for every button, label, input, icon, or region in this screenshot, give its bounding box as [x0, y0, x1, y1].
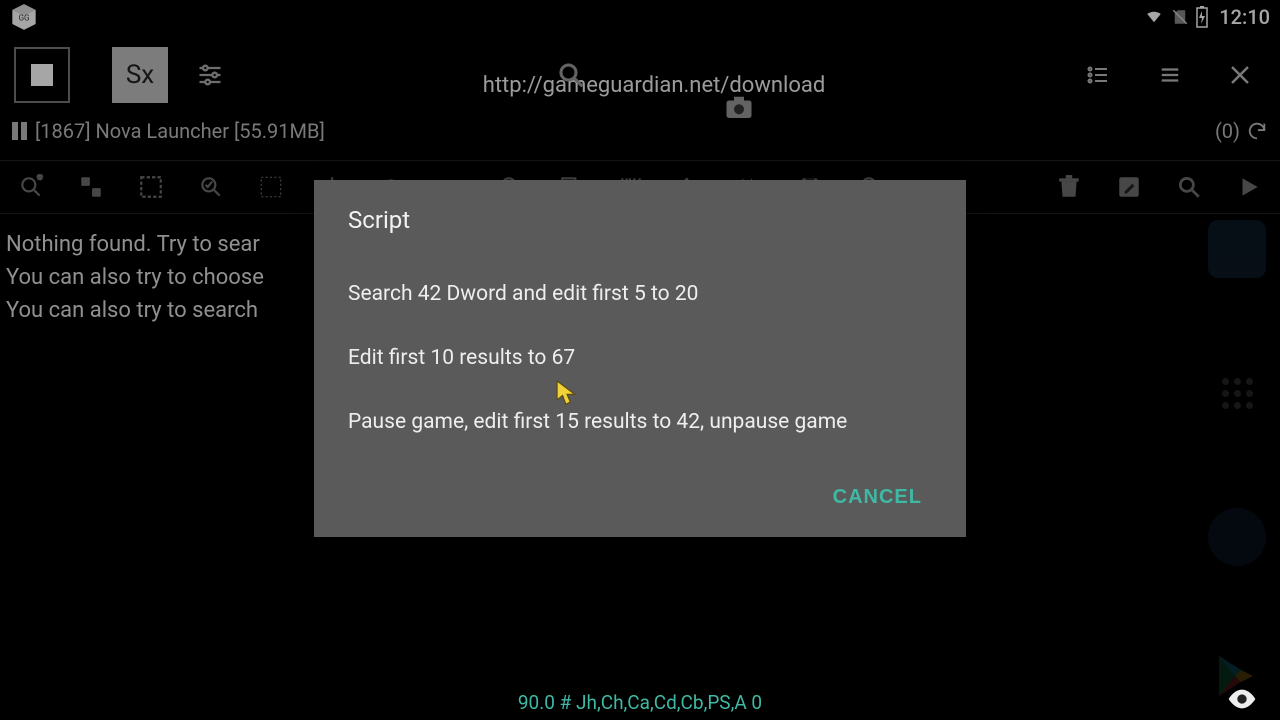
script-option[interactable]: Search 42 Dword and edit first 5 to 20 — [348, 262, 932, 326]
script-option[interactable]: Edit first 10 results to 67 — [348, 326, 932, 390]
script-dialog: Script Search 42 Dword and edit first 5 … — [314, 180, 966, 537]
script-option[interactable]: Pause game, edit first 15 results to 42,… — [348, 390, 932, 454]
eye-icon[interactable] — [1226, 688, 1258, 710]
dialog-title: Script — [348, 206, 932, 234]
status-footer: 90.0 # Jh,Ch,Ca,Cd,Cb,PS,A 0 — [0, 691, 1280, 714]
cancel-button[interactable]: CANCEL — [823, 480, 932, 515]
footer-text: 90.0 # Jh,Ch,Ca,Cd,Cb,PS,A 0 — [518, 691, 762, 714]
